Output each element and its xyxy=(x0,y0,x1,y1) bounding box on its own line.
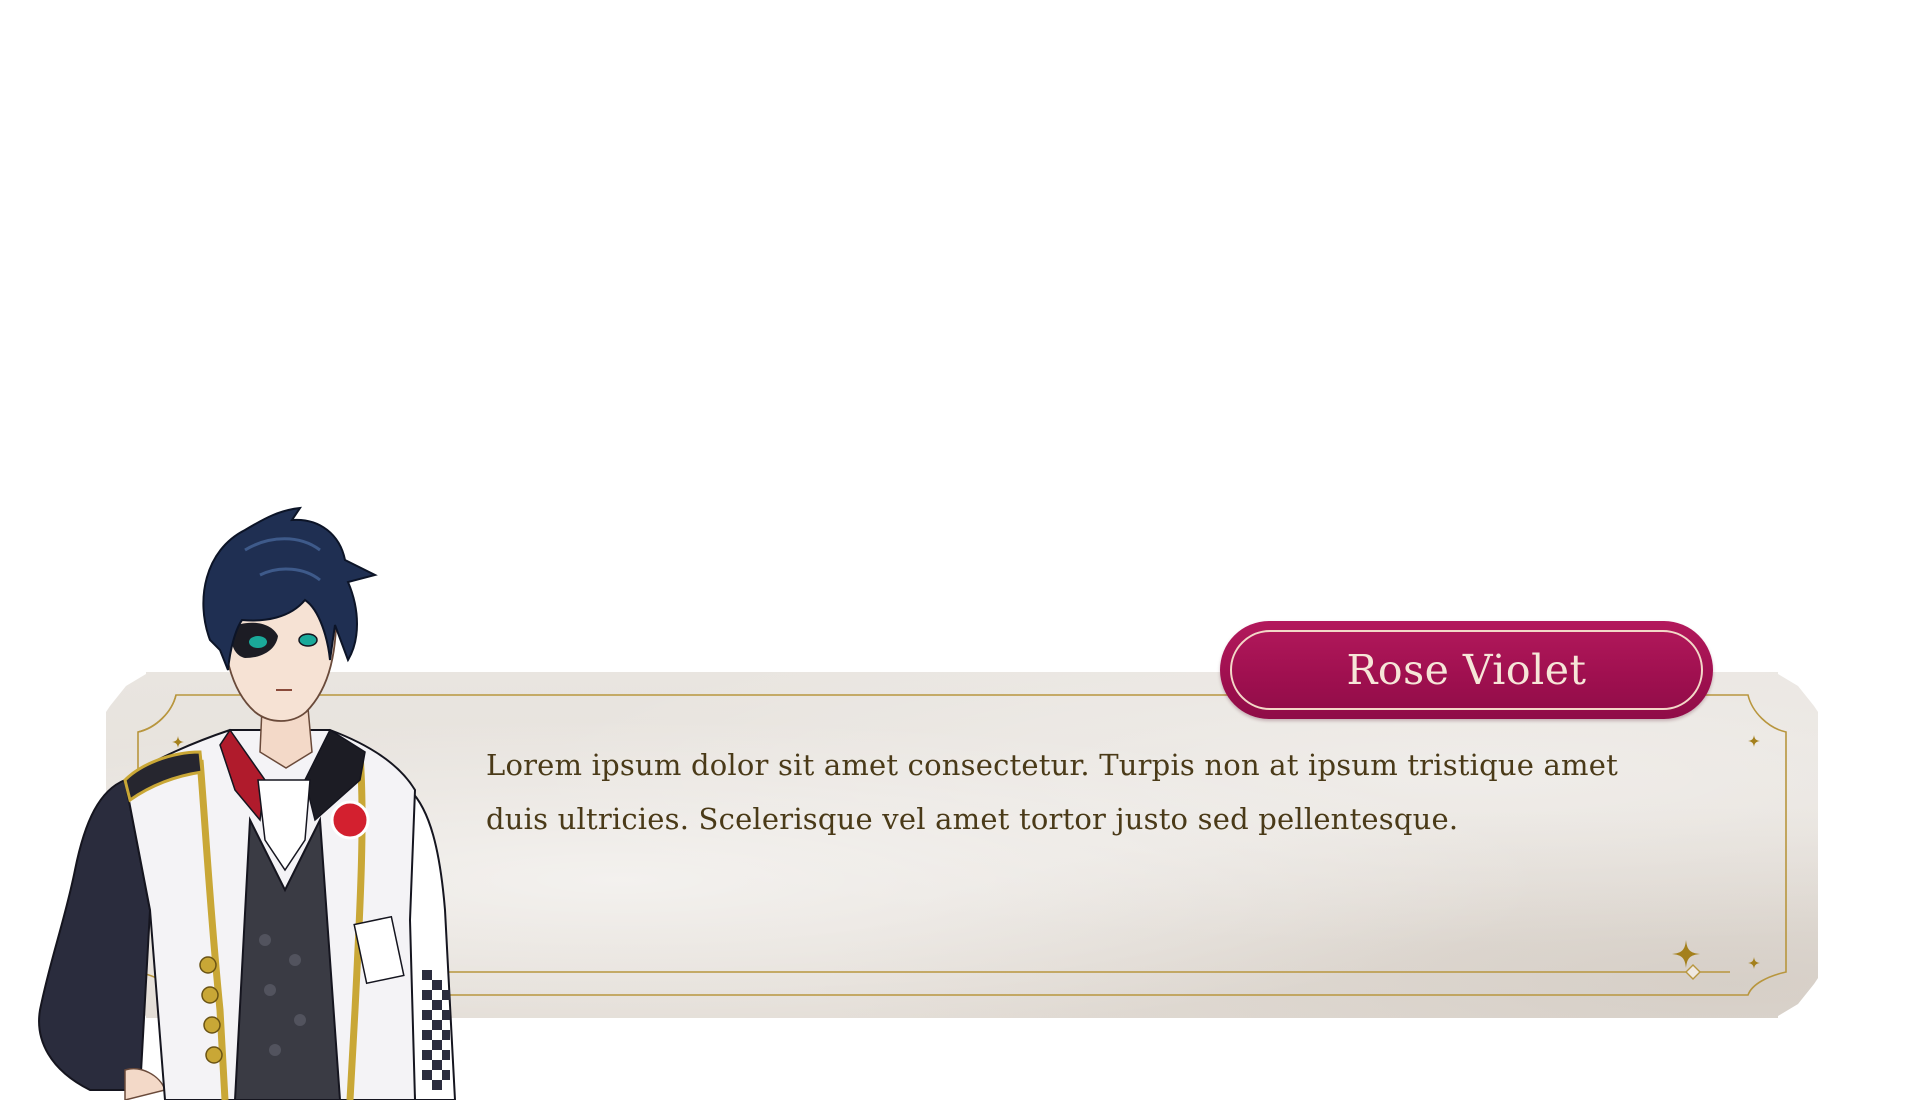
speaker-name: Rose Violet xyxy=(1346,646,1587,694)
character-left-eye xyxy=(249,636,267,648)
game-scene: Lorem ipsum dolor sit amet consectetur. … xyxy=(0,0,1920,1100)
rose-brooch-icon xyxy=(330,800,370,840)
character-portrait xyxy=(38,506,457,1100)
character-hand xyxy=(124,1068,166,1100)
character-right-eye xyxy=(298,633,318,647)
speaker-name-plate: Rose Violet xyxy=(1220,621,1713,719)
dialogue-text: Lorem ipsum dolor sit amet consectetur. … xyxy=(486,748,1618,836)
